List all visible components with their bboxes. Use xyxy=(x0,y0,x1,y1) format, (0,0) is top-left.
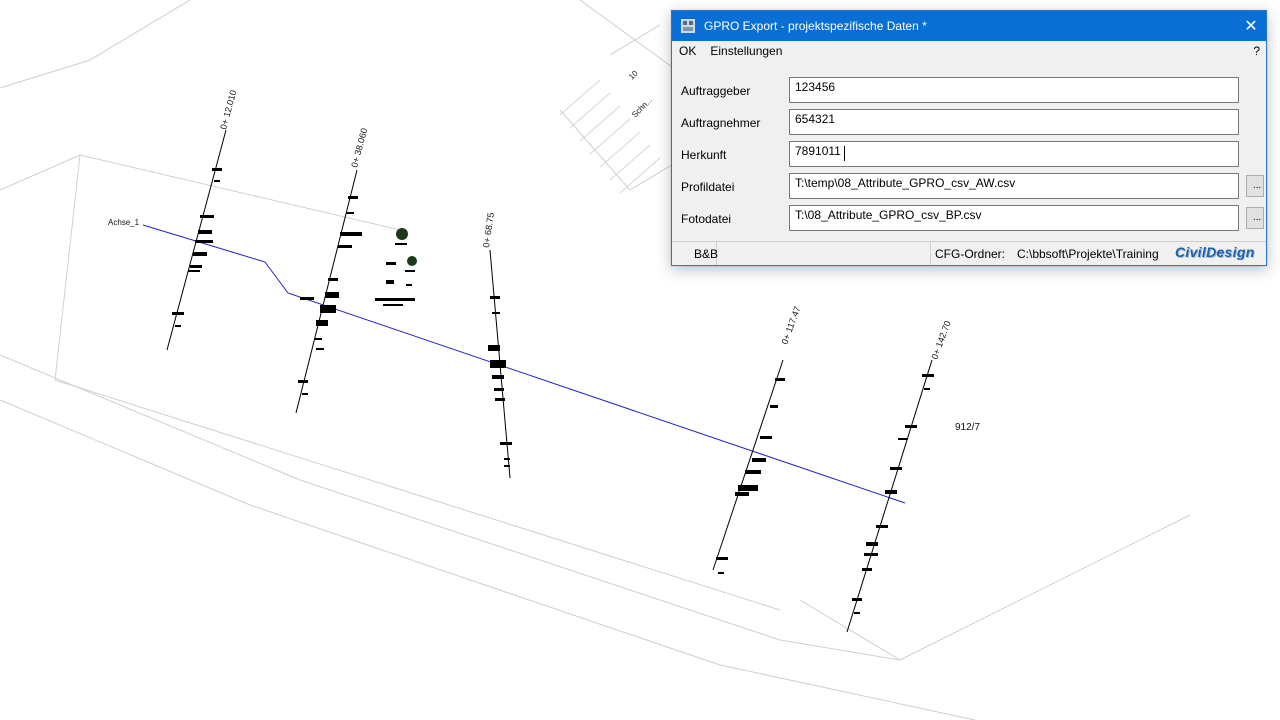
fotodatei-input[interactable] xyxy=(789,205,1239,231)
menu-ok[interactable]: OK xyxy=(679,44,696,58)
menu-bar: OK Einstellungen ? xyxy=(672,41,1266,61)
auftragnehmer-label: Auftragnehmer xyxy=(681,116,761,130)
app-icon xyxy=(681,19,695,33)
station-label-5: 0+ 142.70 xyxy=(929,319,952,360)
fotodatei-label: Fotodatei xyxy=(681,212,732,226)
auftragnehmer-input[interactable] xyxy=(789,109,1239,135)
axis-label: Achse_1 xyxy=(108,218,140,227)
menu-settings[interactable]: Einstellungen xyxy=(710,44,782,58)
herkunft-input[interactable] xyxy=(789,141,1239,167)
station-label-3: 0+ 68.75 xyxy=(481,212,496,248)
dialog-titlebar[interactable]: GPRO Export - projektspezifische Daten *… xyxy=(672,11,1266,41)
station-label-1: 0+ 12.010 xyxy=(218,89,238,131)
status-company: B&B xyxy=(694,247,719,261)
gpro-export-dialog[interactable]: GPRO Export - projektspezifische Daten *… xyxy=(671,10,1267,266)
road-label: Schn... xyxy=(630,95,654,119)
row-auftraggeber: Auftraggeber xyxy=(672,77,1266,103)
station-label-2: 0+ 38.060 xyxy=(349,127,369,169)
text-caret xyxy=(844,146,845,161)
row-fotodatei: Fotodatei ... xyxy=(672,205,1266,231)
menu-help[interactable]: ? xyxy=(1253,44,1260,58)
profildatei-input[interactable] xyxy=(789,173,1239,199)
parcel-label: 912/7 xyxy=(955,422,980,433)
auftraggeber-input[interactable] xyxy=(789,77,1239,103)
profildatei-label: Profildatei xyxy=(681,180,735,194)
cfg-folder-path: C:\bbsoft\Projekte\Training xyxy=(1017,247,1159,261)
auftraggeber-label: Auftraggeber xyxy=(681,84,751,98)
status-bar: B&B CFG-Ordner: C:\bbsoft\Projekte\Train… xyxy=(672,241,1266,265)
cfg-folder-label: CFG-Ordner: xyxy=(935,247,1006,261)
station-label-4: 0+ 117.47 xyxy=(779,305,802,346)
civildesign-logo: CivilDesign xyxy=(1175,244,1255,260)
road-number: 10 xyxy=(627,68,640,81)
close-icon[interactable]: ✕ xyxy=(1236,11,1266,41)
axis-line[interactable] xyxy=(142,224,906,504)
fotodatei-browse-button[interactable]: ... xyxy=(1246,207,1264,229)
dialog-title: GPRO Export - projektspezifische Daten * xyxy=(704,19,927,33)
row-herkunft: Herkunft xyxy=(672,141,1266,167)
row-profildatei: Profildatei ... xyxy=(672,173,1266,199)
row-auftragnehmer: Auftragnehmer xyxy=(672,109,1266,135)
herkunft-label: Herkunft xyxy=(681,148,727,162)
profildatei-browse-button[interactable]: ... xyxy=(1246,175,1264,197)
tree-symbols xyxy=(375,228,417,306)
status-separator xyxy=(930,242,931,265)
